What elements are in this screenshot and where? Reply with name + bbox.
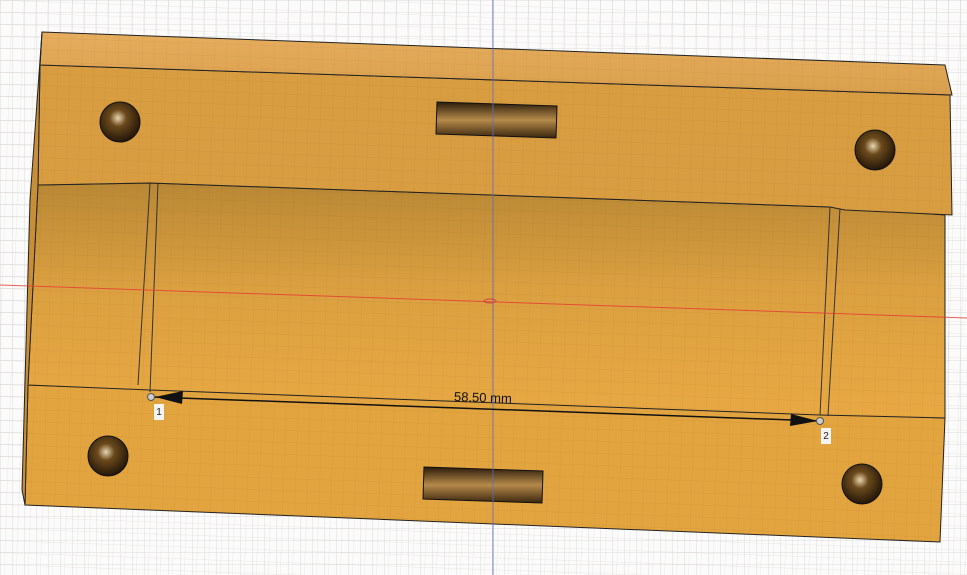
- dimension-value: 58.50 mm: [453, 389, 513, 406]
- channel-floor[interactable]: [27, 182, 946, 419]
- measure-point-2[interactable]: [816, 417, 824, 425]
- measure-point-1[interactable]: [147, 393, 155, 401]
- slot-bottom[interactable]: [422, 466, 544, 504]
- point-2-label: 2: [821, 428, 831, 444]
- hole-top-left[interactable]: [99, 101, 141, 143]
- point-1-label: 1: [154, 404, 164, 420]
- slot-top[interactable]: [435, 101, 558, 139]
- hole-top-right[interactable]: [854, 129, 896, 171]
- hole-bottom-right[interactable]: [841, 463, 883, 505]
- model-canvas[interactable]: [0, 0, 967, 575]
- hole-bottom-left[interactable]: [87, 435, 129, 477]
- 3d-viewport[interactable]: 58.50 mm 1 2: [0, 0, 967, 575]
